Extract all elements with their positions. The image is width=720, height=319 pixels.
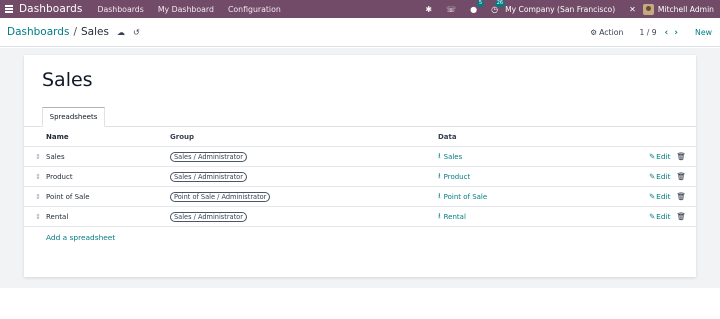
pencil-icon: ✎: [648, 172, 656, 181]
gear-icon: ⚙: [590, 28, 598, 37]
data-label: Point of Sale: [443, 192, 488, 201]
breadcrumb: Dashboards / Sales: [0, 26, 109, 38]
download-icon: ⭳: [438, 151, 441, 160]
menu-configuration[interactable]: Configuration: [221, 5, 288, 14]
pencil-icon: ✎: [648, 192, 656, 201]
clock-icon[interactable]: ◷ 26: [491, 0, 506, 14]
tab-spreadsheets[interactable]: Spreadsheets: [42, 107, 105, 127]
apps-menu-icon[interactable]: [0, 0, 18, 18]
table-row[interactable]: ⇕ Product Sales / Administrator ⭳ Product…: [24, 167, 696, 187]
chevron-left-icon[interactable]: ‹: [665, 28, 669, 38]
drag-handle-icon[interactable]: ⇕: [24, 153, 46, 161]
column-group: Group: [170, 132, 195, 141]
breadcrumb-separator: /: [73, 26, 77, 38]
edit-label: Edit: [656, 152, 671, 161]
trash-icon[interactable]: 🗑: [676, 192, 686, 201]
add-spreadsheet-link[interactable]: Add a spreadsheet: [24, 227, 696, 247]
pager-value[interactable]: 1 / 9: [639, 28, 656, 37]
content-area: Sales Spreadsheets Name Group Data ⇕ Sal…: [0, 48, 720, 288]
table-row[interactable]: ⇕ Sales Sales / Administrator ⭳ Sales ✎ Ed…: [24, 147, 696, 167]
group-tag: Sales / Administrator: [170, 171, 247, 182]
messages-count-badge: 5: [476, 0, 485, 7]
edit-label: Edit: [656, 192, 671, 201]
company-switcher[interactable]: My Company (San Francisco): [505, 5, 615, 14]
avatar[interactable]: [642, 3, 654, 15]
breadcrumb-parent[interactable]: Dashboards: [7, 26, 69, 38]
chat-icon[interactable]: ● 5: [470, 0, 485, 14]
breadcrumb-current: Sales: [80, 26, 109, 38]
column-data: Data: [438, 132, 457, 141]
download-icon: ⭳: [438, 211, 441, 220]
column-name: Name: [46, 132, 69, 141]
download-icon: ⭳: [438, 171, 441, 180]
group-tag: Sales / Administrator: [170, 151, 247, 162]
edit-button[interactable]: ✎ Edit: [649, 192, 671, 201]
edit-label: Edit: [656, 212, 671, 221]
menu-dashboards[interactable]: Dashboards: [90, 5, 150, 14]
edit-button[interactable]: ✎ Edit: [649, 152, 671, 161]
undo-icon[interactable]: ↺: [133, 28, 140, 37]
group-tag: Sales / Administrator: [170, 211, 247, 222]
drag-handle-icon[interactable]: ⇕: [24, 173, 46, 181]
cloud-upload-icon[interactable]: ☁: [117, 28, 125, 37]
support-icon[interactable]: ☏: [446, 5, 456, 14]
trash-icon[interactable]: 🗑: [676, 212, 686, 221]
data-label: Rental: [443, 212, 466, 221]
new-button[interactable]: New: [695, 28, 712, 37]
row-name: Point of Sale: [46, 192, 90, 201]
spreadsheets-table: Name Group Data ⇕ Sales Sales / Administ…: [24, 127, 696, 247]
top-navbar: Dashboards Dashboards My Dashboard Confi…: [0, 0, 720, 18]
group-tag: Point of Sale / Administrator: [170, 191, 271, 202]
edit-label: Edit: [656, 172, 671, 181]
download-icon: ⭳: [438, 191, 441, 200]
edit-button[interactable]: ✎ Edit: [649, 212, 671, 221]
activities-count-badge: 26: [494, 0, 506, 7]
action-button[interactable]: ⚙ Action: [590, 28, 623, 37]
drag-handle-icon[interactable]: ⇕: [24, 213, 46, 221]
menu-my-dashboard[interactable]: My Dashboard: [151, 5, 221, 14]
edit-button[interactable]: ✎ Edit: [649, 172, 671, 181]
row-name: Product: [46, 172, 73, 181]
bug-icon[interactable]: ✱: [425, 5, 432, 14]
drag-handle-icon[interactable]: ⇕: [24, 193, 46, 201]
app-brand[interactable]: Dashboards: [18, 3, 90, 15]
trash-icon[interactable]: 🗑: [676, 152, 686, 161]
form-sheet: Sales Spreadsheets Name Group Data ⇕ Sal…: [24, 55, 696, 277]
pencil-icon: ✎: [648, 152, 656, 161]
data-label: Product: [443, 172, 471, 181]
chevron-right-icon[interactable]: ›: [674, 28, 678, 38]
table-header: Name Group Data: [24, 127, 696, 147]
row-name: Sales: [46, 152, 65, 161]
control-panel: Dashboards / Sales ☁ ↺ ⚙ Action 1 / 9 ‹ …: [0, 18, 720, 47]
trash-icon[interactable]: 🗑: [676, 172, 686, 181]
action-label: Action: [599, 28, 624, 37]
data-label: Sales: [443, 152, 463, 161]
pencil-icon: ✎: [648, 212, 656, 221]
table-row[interactable]: ⇕ Rental Sales / Administrator ⭳ Rental ✎…: [24, 207, 696, 227]
row-name: Rental: [46, 212, 69, 221]
page-title[interactable]: Sales: [42, 69, 93, 91]
table-row[interactable]: ⇕ Point of Sale Point of Sale / Administ…: [24, 187, 696, 207]
user-menu[interactable]: Mitchell Admin: [658, 5, 714, 14]
tools-icon[interactable]: ✕: [629, 5, 636, 14]
